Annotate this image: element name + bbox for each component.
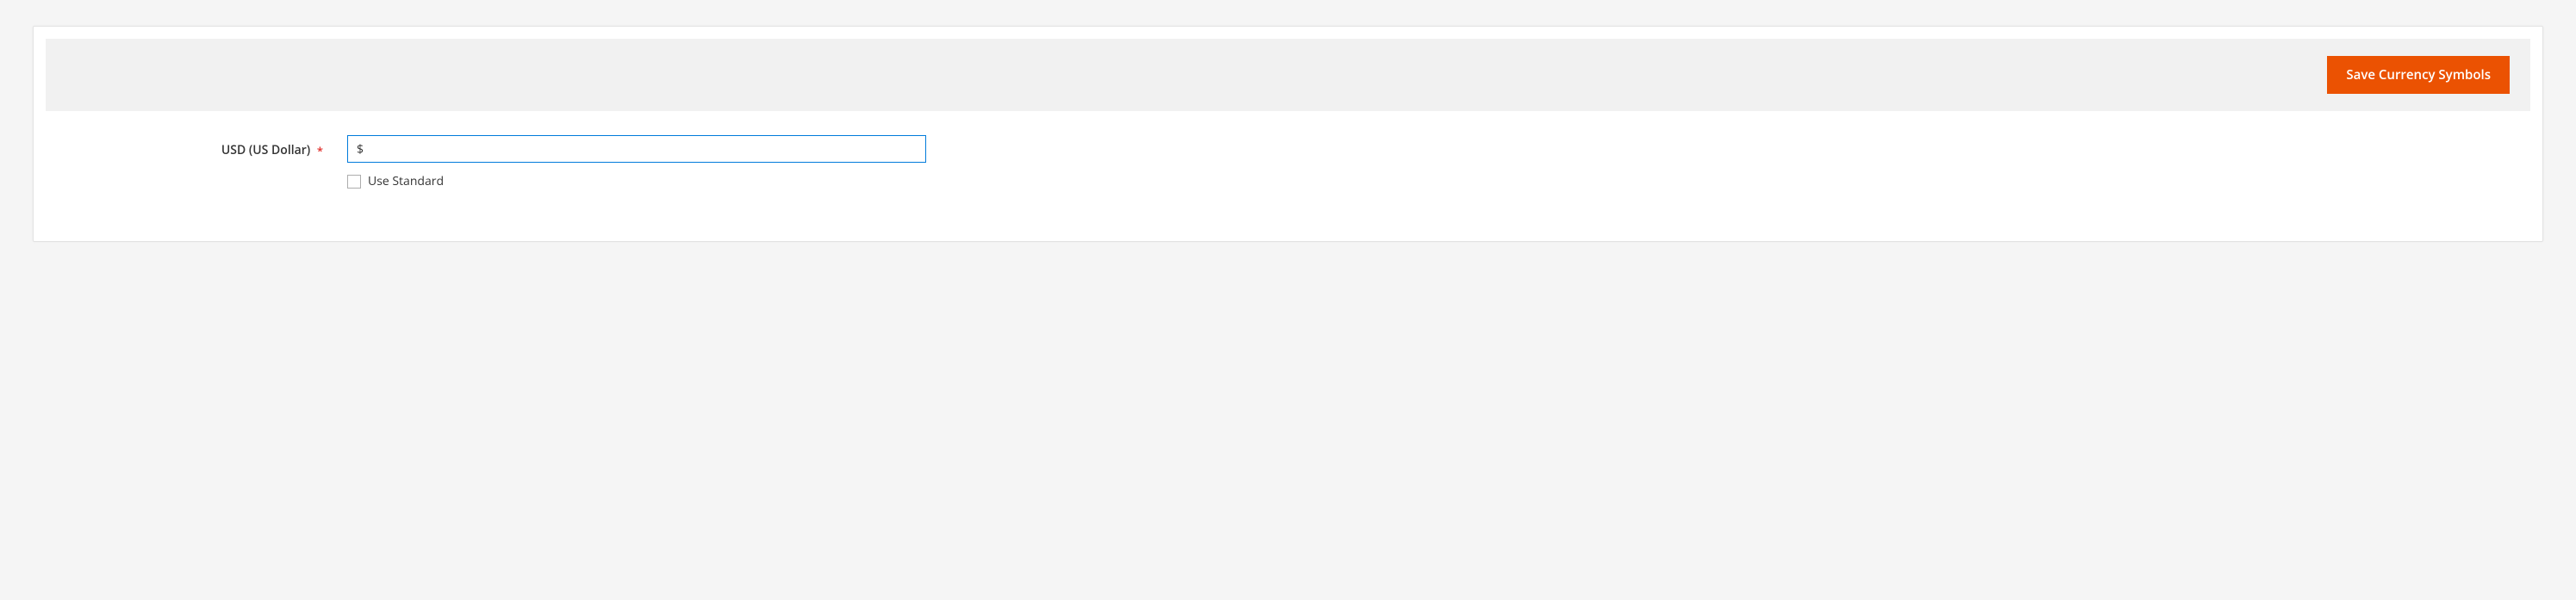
required-mark: * bbox=[317, 143, 323, 158]
currency-label: USD (US Dollar) bbox=[221, 142, 310, 158]
use-standard-row: Use Standard bbox=[347, 173, 926, 189]
currency-input-col: Use Standard bbox=[347, 135, 926, 189]
currency-row-usd: USD (US Dollar) * Use Standard bbox=[54, 135, 2522, 189]
use-standard-checkbox[interactable] bbox=[347, 175, 361, 189]
currency-symbols-panel: Save Currency Symbols USD (US Dollar) * … bbox=[33, 26, 2543, 242]
toolbar: Save Currency Symbols bbox=[46, 39, 2530, 111]
use-standard-label: Use Standard bbox=[368, 173, 444, 189]
currency-label-col: USD (US Dollar) * bbox=[54, 135, 347, 158]
currency-symbol-input[interactable] bbox=[347, 135, 926, 163]
form-section: USD (US Dollar) * Use Standard bbox=[34, 111, 2542, 241]
save-currency-symbols-button[interactable]: Save Currency Symbols bbox=[2327, 56, 2510, 94]
